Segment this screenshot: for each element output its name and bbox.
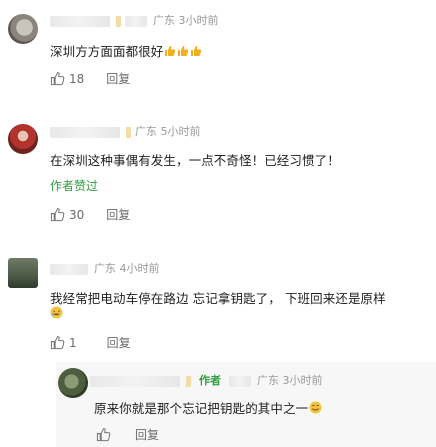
comment-meta: 广东 4小时前 bbox=[50, 260, 160, 276]
reply-actions: 回复 bbox=[96, 426, 159, 443]
user-badge bbox=[116, 15, 121, 27]
avatar[interactable] bbox=[8, 14, 38, 44]
thumbs-up-icon[interactable] bbox=[50, 71, 65, 86]
reply-button[interactable]: 回复 bbox=[106, 70, 130, 87]
comment-meta: 广东 3小时前 bbox=[50, 12, 219, 28]
author-badge: 作者 bbox=[199, 374, 221, 387]
user-badge bbox=[186, 375, 191, 387]
user-badge bbox=[126, 126, 131, 138]
thumbs-up-emoji-icon bbox=[178, 46, 189, 56]
avatar[interactable] bbox=[8, 258, 38, 288]
comment-actions: 18 回复 bbox=[50, 70, 130, 87]
comment-text: 我经常把电动车停在路边 忘记拿钥匙了， 下班回来还是原样 bbox=[50, 291, 386, 306]
username-redacted bbox=[50, 126, 120, 138]
comment-text: 在深圳这种事偶有发生，一点不奇怪！已经习惯了！ bbox=[50, 153, 340, 168]
thumbs-up-icon[interactable] bbox=[96, 427, 111, 442]
laugh-emoji-icon bbox=[50, 306, 63, 319]
comment-actions: 30 回复 bbox=[50, 206, 130, 223]
comment-actions: 1 回复 bbox=[50, 334, 131, 351]
thumbs-up-icon[interactable] bbox=[50, 207, 65, 222]
like-count: 18 bbox=[69, 71, 85, 86]
reply-text: 原来你就是那个忘记把钥匙的其中之一 bbox=[94, 398, 322, 417]
username-redacted bbox=[50, 15, 110, 27]
username-redacted bbox=[125, 15, 147, 27]
location-time: 广东 3小时前 bbox=[153, 14, 219, 27]
thumbs-up-emoji-icon bbox=[191, 46, 202, 56]
like-count: 30 bbox=[69, 207, 85, 222]
author-reply: 作者 广东 3小时前 原来你就是那个忘记把钥匙的其中之一 回复 bbox=[56, 362, 436, 447]
location-time: 广东 3小时前 bbox=[257, 374, 323, 387]
username-redacted bbox=[50, 263, 88, 275]
reply-meta: 作者 广东 3小时前 bbox=[90, 372, 323, 388]
reply-button[interactable]: 回复 bbox=[107, 334, 131, 351]
location-time: 广东 4小时前 bbox=[94, 262, 160, 275]
reply-button[interactable]: 回复 bbox=[135, 426, 159, 443]
avatar[interactable] bbox=[8, 124, 38, 154]
comment-2: 广东 5小时前 在深圳这种事偶有发生，一点不奇怪！已经习惯了！ 作者赞过 30 … bbox=[0, 110, 436, 240]
comment-3: 广东 4小时前 我经常把电动车停在路边 忘记拿钥匙了， 下班回来还是原样 1 回… bbox=[0, 248, 436, 363]
comment-1: 广东 3小时前 深圳方方面面都很好 18 回复 bbox=[0, 0, 436, 100]
thumbs-up-emoji-icon bbox=[165, 46, 176, 56]
thumbs-up-icon[interactable] bbox=[50, 335, 65, 350]
comment-meta: 广东 5小时前 bbox=[50, 123, 201, 139]
avatar[interactable] bbox=[58, 368, 88, 398]
author-liked-tag: 作者赞过 bbox=[50, 179, 99, 193]
reply-button[interactable]: 回复 bbox=[106, 206, 130, 223]
location-time: 广东 5小时前 bbox=[135, 125, 201, 138]
comment-text: 深圳方方面面都很好 bbox=[50, 41, 202, 60]
username-redacted bbox=[229, 375, 251, 387]
username-redacted bbox=[90, 375, 180, 387]
like-count: 1 bbox=[69, 335, 77, 350]
smile-emoji-icon bbox=[309, 401, 322, 414]
